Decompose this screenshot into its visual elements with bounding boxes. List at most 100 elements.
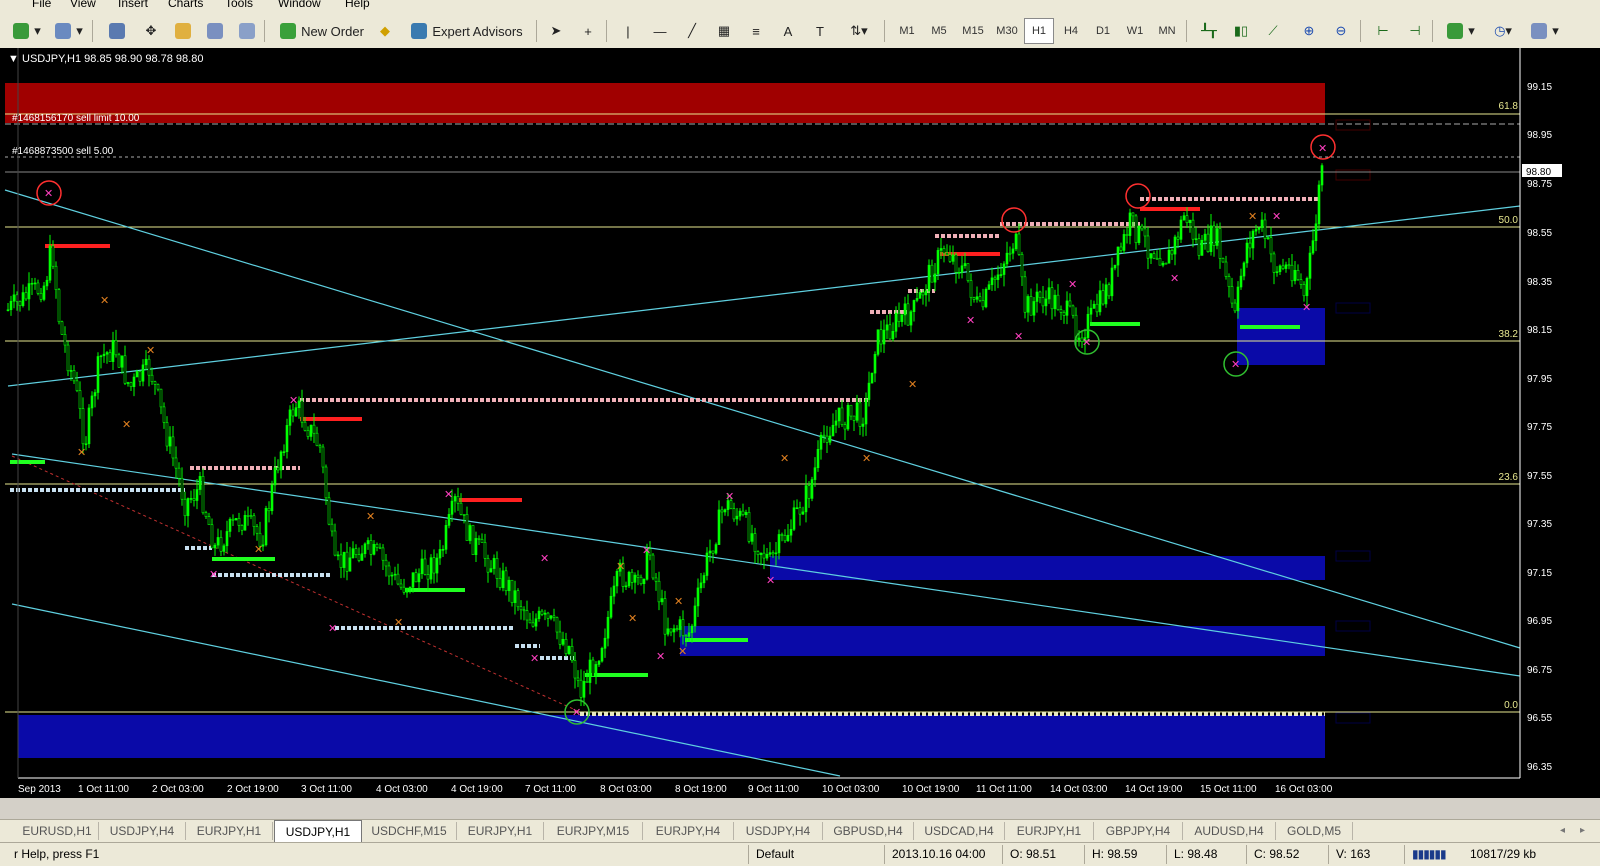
crosshair-tool[interactable]: + (576, 18, 600, 44)
zoom-in-button[interactable]: ⊕ (1296, 18, 1322, 44)
timeframe-h1[interactable]: H1 (1024, 18, 1054, 44)
candle-body (279, 451, 283, 471)
candle-body (384, 559, 388, 567)
svg-text:✕: ✕ (1248, 210, 1257, 223)
candle-body (660, 598, 664, 603)
candle-body (633, 574, 637, 583)
menu-insert[interactable]: Insert (118, 0, 148, 10)
timeframe-m1[interactable]: M1 (892, 18, 922, 44)
candle-body (591, 659, 595, 677)
tester-button[interactable] (234, 18, 260, 44)
channel-tool[interactable]: ▦ (712, 18, 736, 44)
trendline-1[interactable] (4, 189, 1521, 649)
chart-tab[interactable]: AUDUSD,H4 (1183, 822, 1276, 840)
menu-charts[interactable]: Charts (168, 0, 203, 10)
svg-text:✕: ✕ (862, 452, 871, 465)
menu-file[interactable]: File (32, 0, 51, 10)
price-tick: 96.95 (1527, 616, 1552, 627)
chart-tab[interactable]: EURJPY,H1 (457, 822, 544, 840)
indicators-button[interactable]: ▾ (1442, 18, 1480, 44)
fib-label: 50.0 (1499, 215, 1519, 226)
line-chart-icon: ⟋ (1268, 23, 1278, 38)
arrows-tool[interactable]: ⇅▾ (840, 18, 878, 44)
profiles-button[interactable]: ▾ (50, 18, 88, 44)
menu-help[interactable]: Help (345, 0, 370, 10)
vertical-line-tool[interactable]: | (616, 18, 640, 44)
candle-body (186, 498, 190, 517)
timeframe-m5[interactable]: M5 (924, 18, 954, 44)
cursor-tool[interactable]: ➤ (544, 18, 568, 44)
terminal-button[interactable] (202, 18, 228, 44)
trendline-tool[interactable]: ╱ (680, 18, 704, 44)
fibonacci-tool[interactable]: ≡ (744, 18, 768, 44)
alert-button[interactable]: ◆ (372, 18, 398, 44)
timeframe-m30[interactable]: M30 (990, 18, 1024, 44)
chart-tab[interactable]: USDCHF,M15 (362, 822, 457, 840)
timeframe-m15[interactable]: M15 (956, 18, 990, 44)
zoom-out-button[interactable]: ⊖ (1328, 18, 1354, 44)
new-chart-button[interactable]: ▾ (8, 18, 46, 44)
candle-body (402, 586, 406, 593)
chart-tab[interactable]: GOLD,M5 (1276, 822, 1353, 840)
menu-tools[interactable]: Tools (225, 0, 253, 10)
candle-body (183, 498, 187, 517)
price-tick: 99.15 (1527, 82, 1552, 93)
candle-body (603, 637, 607, 649)
horizontal-line-tool[interactable]: — (648, 18, 672, 44)
chart-tab[interactable]: GBPJPY,H4 (1094, 822, 1183, 840)
chart-tab[interactable]: EURJPY,M15 (544, 822, 643, 840)
candle-body (615, 571, 619, 587)
candle-body (864, 399, 868, 425)
candle-body (1209, 225, 1213, 252)
timeframe-h4[interactable]: H4 (1056, 18, 1086, 44)
fractal-circle-high (1125, 183, 1151, 209)
chart-tab[interactable]: EURJPY,H1 (1005, 822, 1094, 840)
chart-shift-button[interactable]: ⊣ (1402, 18, 1428, 44)
candle-body (1089, 307, 1093, 315)
periods-button[interactable]: ◷ ▾ (1484, 18, 1522, 44)
connection-bars-icon[interactable]: ▮▮▮▮▮▮ (1412, 847, 1447, 861)
candle-body (486, 558, 490, 573)
chart-tab-active[interactable]: USDJPY,H1 (274, 820, 362, 843)
status-datetime: 2013.10.16 04:00 (892, 847, 986, 861)
status-volume: V: 163 (1336, 847, 1371, 861)
navigator-button[interactable] (170, 18, 196, 44)
chart-tab[interactable]: USDJPY,H4 (99, 822, 186, 840)
text-tool[interactable]: A (776, 18, 800, 44)
candle-chart-button[interactable]: ▮▯ (1228, 18, 1254, 44)
timeframe-mn[interactable]: MN (1152, 18, 1182, 44)
trendline-dashed[interactable] (11, 455, 581, 713)
candle-body (771, 552, 775, 555)
candle-body (129, 382, 133, 387)
candle-body (1317, 184, 1321, 225)
new-order-button[interactable]: New Order (272, 18, 372, 44)
candle-body (444, 525, 448, 550)
bar-chart-button[interactable]: ┸┰ (1196, 18, 1222, 44)
candle-body (1014, 233, 1018, 250)
chart-tab[interactable]: EURJPY,H1 (186, 822, 273, 840)
chart-tab[interactable]: USDJPY,H4 (734, 822, 823, 840)
candle-body (477, 538, 481, 540)
market-watch-button[interactable] (104, 18, 130, 44)
timeframe-d1[interactable]: D1 (1088, 18, 1118, 44)
svg-text:✕: ✕ (289, 394, 298, 407)
templates-button[interactable]: ▾ (1526, 18, 1564, 44)
expert-advisors-button[interactable]: Expert Advisors (404, 18, 530, 44)
tab-scroll-left-icon[interactable]: ◂ (1560, 820, 1565, 840)
autoscroll-button[interactable]: ⊢ (1370, 18, 1396, 44)
timeframe-w1[interactable]: W1 (1120, 18, 1150, 44)
tab-scroll-right-icon[interactable]: ▸ (1580, 820, 1585, 840)
candle-body (1002, 263, 1006, 275)
label-tool[interactable]: T (808, 18, 832, 44)
chart-window[interactable]: ✕ ✕ ✕ ✕ ✕ ✕ ✕ ✕ ✕ ✕ ✕ ✕ ✕ ✕ ✕ ✕ ✕ ✕ ✕ ✕ … (0, 48, 1600, 798)
chart-tab[interactable]: EURJPY,H4 (643, 822, 734, 840)
line-chart-button[interactable]: ⟋ (1260, 18, 1286, 44)
chart-tab[interactable]: EURUSD,H1 (16, 822, 99, 840)
candle-body (1263, 219, 1267, 239)
menu-view[interactable]: View (70, 0, 96, 10)
chart-tab[interactable]: USDCAD,H4 (914, 822, 1005, 840)
price-tick: 97.35 (1527, 519, 1552, 530)
data-window-button[interactable]: ✥ (138, 18, 164, 44)
chart-tab[interactable]: GBPUSD,H4 (823, 822, 914, 840)
menu-window[interactable]: Window (278, 0, 321, 10)
